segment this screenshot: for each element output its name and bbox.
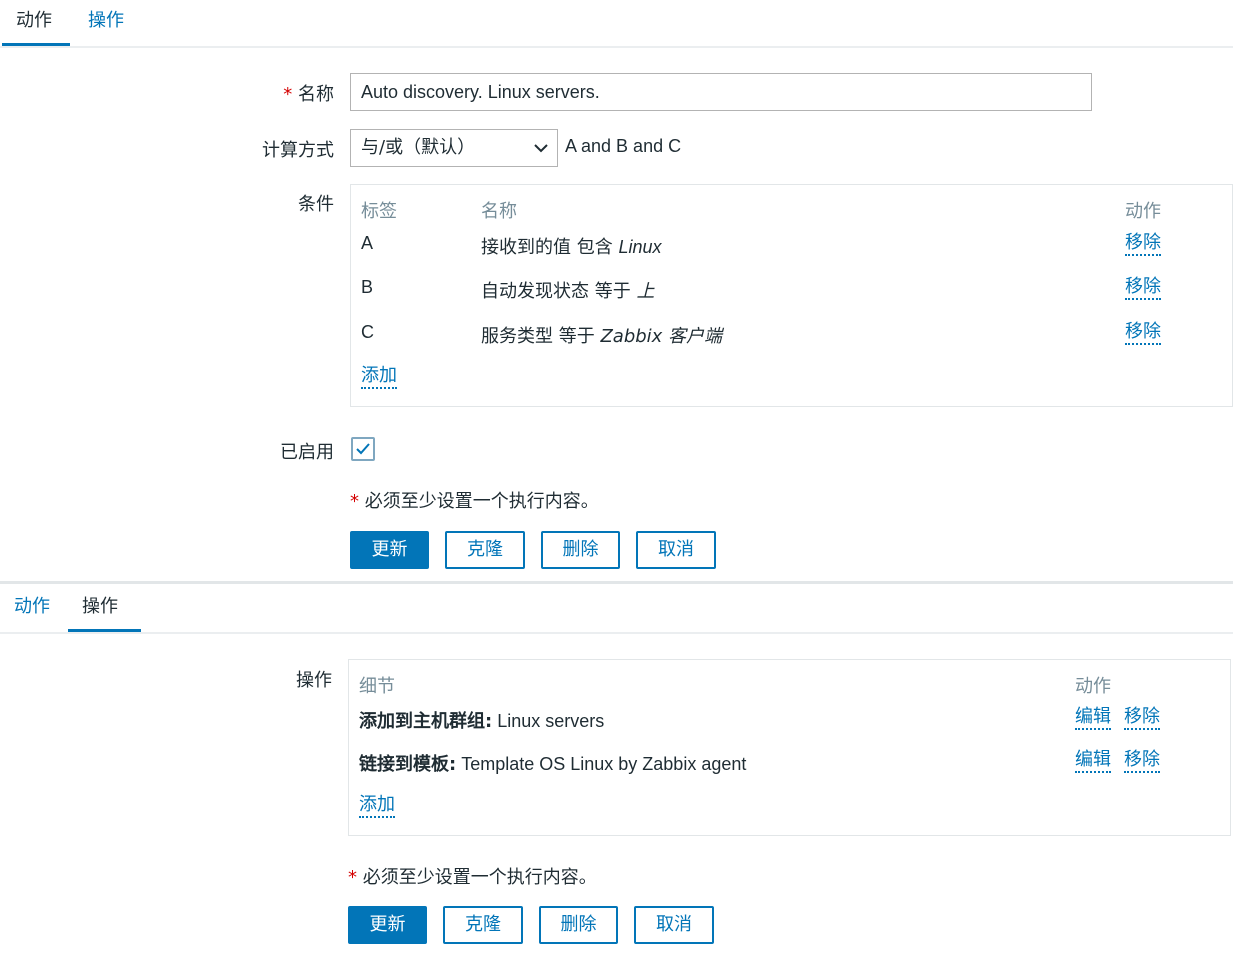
update-button[interactable]: 更新 xyxy=(350,531,429,569)
add-operation-link[interactable]: 添加 xyxy=(359,794,395,818)
condition-text: 自动发现状态 等于 xyxy=(481,281,637,302)
tab-operations[interactable]: 操作 xyxy=(68,594,141,632)
condition-tag: A xyxy=(361,233,374,253)
operation-type: 添加到主机群组: xyxy=(359,711,493,732)
remove-condition-link[interactable]: 移除 xyxy=(1125,232,1161,256)
col-header-action: 动作 xyxy=(1075,676,1111,697)
operations-label: 操作 xyxy=(296,670,332,691)
remove-condition-link[interactable]: 移除 xyxy=(1125,276,1161,300)
chevron-down-icon xyxy=(534,144,548,153)
checkmark-icon xyxy=(356,443,370,455)
condition-tag: C xyxy=(361,322,374,342)
required-note: * 必须至少设置一个执行内容。 xyxy=(348,863,597,889)
enabled-label: 已启用 xyxy=(280,442,334,463)
calc-select-value: 与/或（默认） xyxy=(361,137,476,158)
tab-bar-2: 动作 操作 xyxy=(0,586,1233,634)
condition-value: Linux xyxy=(618,237,662,257)
edit-operation-link[interactable]: 编辑 xyxy=(1075,749,1111,773)
condition-text: 服务类型 等于 xyxy=(481,326,601,347)
delete-button[interactable]: 删除 xyxy=(541,531,620,569)
add-condition-link[interactable]: 添加 xyxy=(361,365,397,389)
panel-divider xyxy=(0,581,1233,584)
name-input[interactable]: Auto discovery. Linux servers. xyxy=(350,73,1092,111)
operation-type: 链接到模板: xyxy=(359,754,457,775)
col-header-name: 名称 xyxy=(481,201,517,222)
required-mark: * xyxy=(348,867,363,888)
update-button[interactable]: 更新 xyxy=(348,906,427,944)
condition-name: 自动发现状态 等于 上 xyxy=(481,277,654,303)
remove-condition-link[interactable]: 移除 xyxy=(1125,321,1161,345)
col-header-details: 细节 xyxy=(359,676,395,697)
name-label-text: 名称 xyxy=(298,84,334,105)
required-note-text: 必须至少设置一个执行内容。 xyxy=(364,491,599,512)
condition-text: 接收到的值 包含 xyxy=(481,237,619,258)
required-note-text: 必须至少设置一个执行内容。 xyxy=(362,867,597,888)
col-header-tag: 标签 xyxy=(361,201,397,222)
condition-name: 服务类型 等于 Zabbix 客户端 xyxy=(481,322,722,348)
conditions-label: 条件 xyxy=(298,194,334,215)
operation-value: Linux servers xyxy=(492,711,605,731)
delete-button[interactable]: 删除 xyxy=(539,906,618,944)
name-label: * 名称 xyxy=(134,80,334,106)
tab-action[interactable]: 动作 xyxy=(2,8,70,46)
clone-button[interactable]: 克隆 xyxy=(443,906,523,944)
tab-operations[interactable]: 操作 xyxy=(74,8,138,46)
enabled-checkbox[interactable] xyxy=(351,437,375,461)
col-header-action: 动作 xyxy=(1125,201,1161,222)
operations-table: 细节 动作 添加到主机群组: Linux servers 编辑 移除 链接到模板… xyxy=(348,659,1231,836)
tab-action[interactable]: 动作 xyxy=(0,594,64,632)
calc-select[interactable]: 与/或（默认） xyxy=(350,129,558,167)
operation-detail: 链接到模板: Template OS Linux by Zabbix agent xyxy=(359,750,746,776)
condition-value: Zabbix 客户端 xyxy=(600,326,723,347)
remove-operation-link[interactable]: 移除 xyxy=(1124,749,1160,773)
condition-tag: B xyxy=(361,277,374,297)
required-note: * 必须至少设置一个执行内容。 xyxy=(350,487,599,513)
calc-label: 计算方式 xyxy=(262,140,334,161)
calc-expression: A and B and C xyxy=(565,136,682,156)
condition-value: 上 xyxy=(636,281,655,302)
clone-button[interactable]: 克隆 xyxy=(445,531,525,569)
tab-bar-1: 动作 操作 xyxy=(0,0,1233,48)
required-mark: * xyxy=(350,491,365,512)
cancel-button[interactable]: 取消 xyxy=(634,906,714,944)
operation-detail: 添加到主机群组: Linux servers xyxy=(359,707,604,733)
required-mark: * xyxy=(283,84,298,105)
cancel-button[interactable]: 取消 xyxy=(636,531,716,569)
remove-operation-link[interactable]: 移除 xyxy=(1124,706,1160,730)
condition-name: 接收到的值 包含 Linux xyxy=(481,233,661,259)
conditions-table: 标签 名称 动作 A 接收到的值 包含 Linux 移除 B 自动发现状态 等于… xyxy=(350,184,1233,407)
operation-value: Template OS Linux by Zabbix agent xyxy=(456,754,747,774)
edit-operation-link[interactable]: 编辑 xyxy=(1075,706,1111,730)
